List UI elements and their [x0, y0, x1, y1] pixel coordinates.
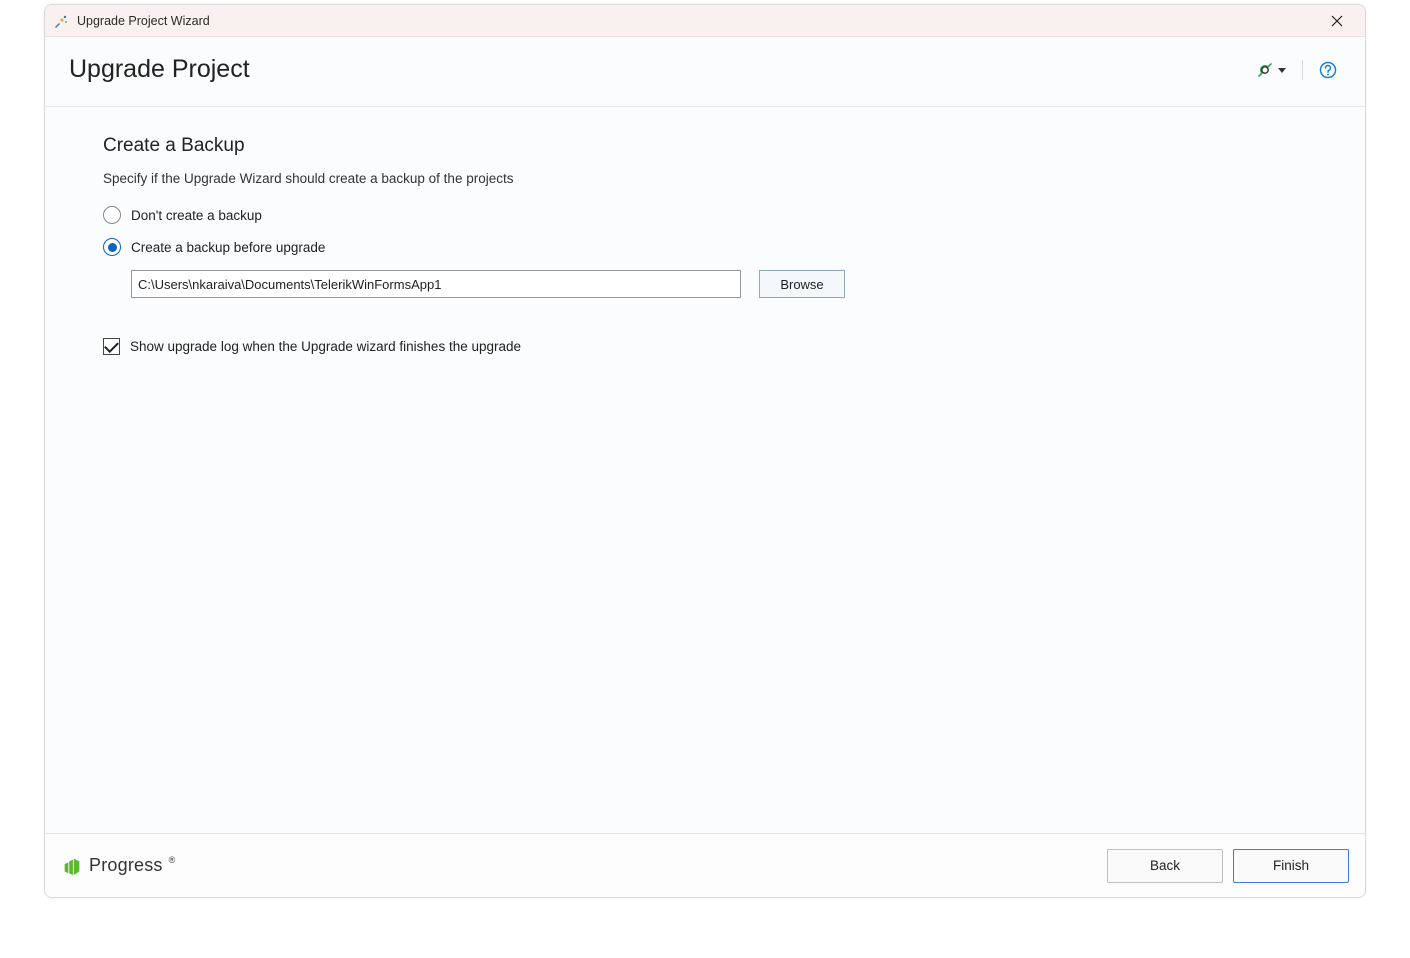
separator: [1302, 60, 1303, 80]
wizard-icon: [53, 13, 69, 29]
backup-path-row: Browse: [131, 270, 1307, 298]
radio-icon: [103, 238, 121, 256]
back-button[interactable]: Back: [1107, 849, 1223, 883]
backup-path-input[interactable]: [131, 270, 741, 298]
finish-button[interactable]: Finish: [1233, 849, 1349, 883]
section-description: Specify if the Upgrade Wizard should cre…: [103, 171, 1307, 186]
content-area: Create a Backup Specify if the Upgrade W…: [45, 107, 1365, 833]
close-button[interactable]: [1317, 5, 1357, 36]
window-title: Upgrade Project Wizard: [77, 14, 1317, 28]
chevron-down-icon: [1278, 66, 1286, 74]
wizard-window: Upgrade Project Wizard Upgrade Project: [44, 4, 1366, 898]
help-button[interactable]: [1315, 57, 1341, 83]
logo-text: Progress: [89, 855, 163, 876]
close-icon: [1331, 15, 1343, 27]
page-title: Upgrade Project: [69, 55, 1252, 84]
settings-dropdown[interactable]: [1252, 57, 1290, 83]
trademark: ®: [169, 855, 176, 865]
checkbox-label: Show upgrade log when the Upgrade wizard…: [130, 339, 521, 354]
titlebar: Upgrade Project Wizard: [45, 5, 1365, 37]
radio-create-backup[interactable]: Create a backup before upgrade: [103, 238, 1307, 256]
show-log-checkbox-row[interactable]: Show upgrade log when the Upgrade wizard…: [103, 338, 1307, 355]
progress-logo-icon: [61, 855, 83, 877]
footer: Progress ® Back Finish: [45, 833, 1365, 897]
header: Upgrade Project: [45, 37, 1365, 107]
browse-button[interactable]: Browse: [759, 270, 845, 298]
settings-pen-icon: [1256, 61, 1274, 79]
radio-icon: [103, 206, 121, 224]
radio-no-backup[interactable]: Don't create a backup: [103, 206, 1307, 224]
section-title: Create a Backup: [103, 135, 1307, 157]
checkbox-icon: [103, 338, 120, 355]
help-icon: [1319, 61, 1337, 79]
header-tools: [1252, 57, 1341, 83]
radio-label: Create a backup before upgrade: [131, 240, 325, 255]
radio-label: Don't create a backup: [131, 208, 262, 223]
progress-logo: Progress ®: [61, 855, 175, 877]
